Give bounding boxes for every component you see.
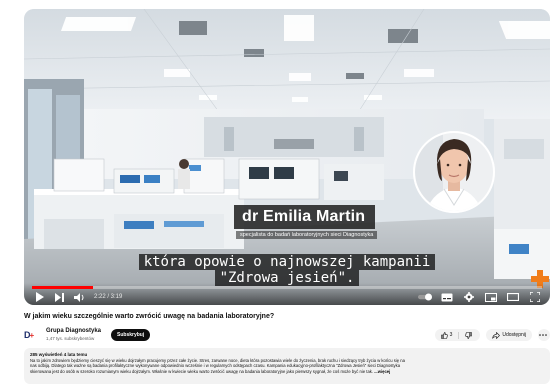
video-actions: 3 Udostępnij xyxy=(429,329,550,341)
caption-line-1: która opowie o najnowszej kampanii xyxy=(24,254,550,270)
player-controls: 2:22 / 3:19 xyxy=(24,283,550,305)
channel-name[interactable]: Grupa Diagnostyka xyxy=(46,328,101,335)
show-more-link[interactable]: ...więcej xyxy=(374,369,390,374)
channel-row: D + Grupa Diagnostyka 1,47 tys. subskrybe… xyxy=(24,326,550,344)
thumbs-down-icon xyxy=(465,331,473,339)
subscriber-count: 1,47 tys. subskrybentów xyxy=(46,336,95,341)
subscribe-button[interactable]: Subskrybuj xyxy=(111,329,151,341)
volume-icon xyxy=(73,292,83,302)
thumbs-up-icon xyxy=(440,331,448,339)
fullscreen-icon xyxy=(530,292,540,302)
dislike-button[interactable] xyxy=(459,331,474,339)
speaker-name: dr Emilia Martin xyxy=(242,208,366,225)
share-label: Udostępnij xyxy=(502,332,526,338)
subtitles-button[interactable] xyxy=(440,291,454,303)
play-icon xyxy=(35,292,44,302)
next-icon xyxy=(54,292,64,302)
play-button[interactable] xyxy=(32,291,46,303)
autoplay-toggle[interactable] xyxy=(418,291,432,303)
volume-button[interactable] xyxy=(72,291,86,303)
like-button[interactable]: 3 xyxy=(440,331,460,339)
channel-info: Grupa Diagnostyka 1,47 tys. subskrybentó… xyxy=(46,328,101,342)
video-title: W jakim wieku szczególnie warto zwrócić … xyxy=(24,313,275,320)
gear-icon xyxy=(464,292,474,302)
time-display: 2:22 / 3:19 xyxy=(94,294,123,300)
progress-bar[interactable] xyxy=(32,286,542,289)
theater-icon xyxy=(507,293,519,301)
share-button[interactable]: Udostępnij xyxy=(486,329,532,341)
settings-button[interactable] xyxy=(462,291,476,303)
more-horizontal-icon xyxy=(539,334,547,336)
view-count-and-date: 285 wyświetleń 4 lata temu xyxy=(30,352,88,357)
logo-plus-icon: + xyxy=(29,330,35,340)
share-icon xyxy=(492,331,501,339)
progress-fill xyxy=(32,286,94,289)
miniplayer-icon xyxy=(485,292,497,302)
description-line: skierowana jest do osób w szeroko rozumi… xyxy=(30,368,391,374)
miniplayer-button[interactable] xyxy=(484,291,498,303)
next-button[interactable] xyxy=(52,291,66,303)
theater-button[interactable] xyxy=(506,291,520,303)
channel-avatar[interactable]: D + xyxy=(24,329,40,341)
description-text: Na to jakim zdrowiem będziemy cieszyć si… xyxy=(30,358,544,374)
speaker-role: specjalista do badań laboratoryjnych sie… xyxy=(236,231,378,239)
more-actions-button[interactable] xyxy=(538,329,550,341)
autoplay-toggle-icon xyxy=(418,293,432,301)
video-player[interactable]: dr Emilia Martin specjalista do badań la… xyxy=(24,9,550,305)
fullscreen-button[interactable] xyxy=(528,291,542,303)
like-dislike-group: 3 xyxy=(434,329,481,341)
description-box[interactable]: 285 wyświetleń 4 lata temu Na to jakim z… xyxy=(24,348,550,384)
subtitles-icon xyxy=(441,293,453,301)
like-count: 3 xyxy=(449,332,453,338)
speaker-name-banner: dr Emilia Martin xyxy=(234,205,376,229)
